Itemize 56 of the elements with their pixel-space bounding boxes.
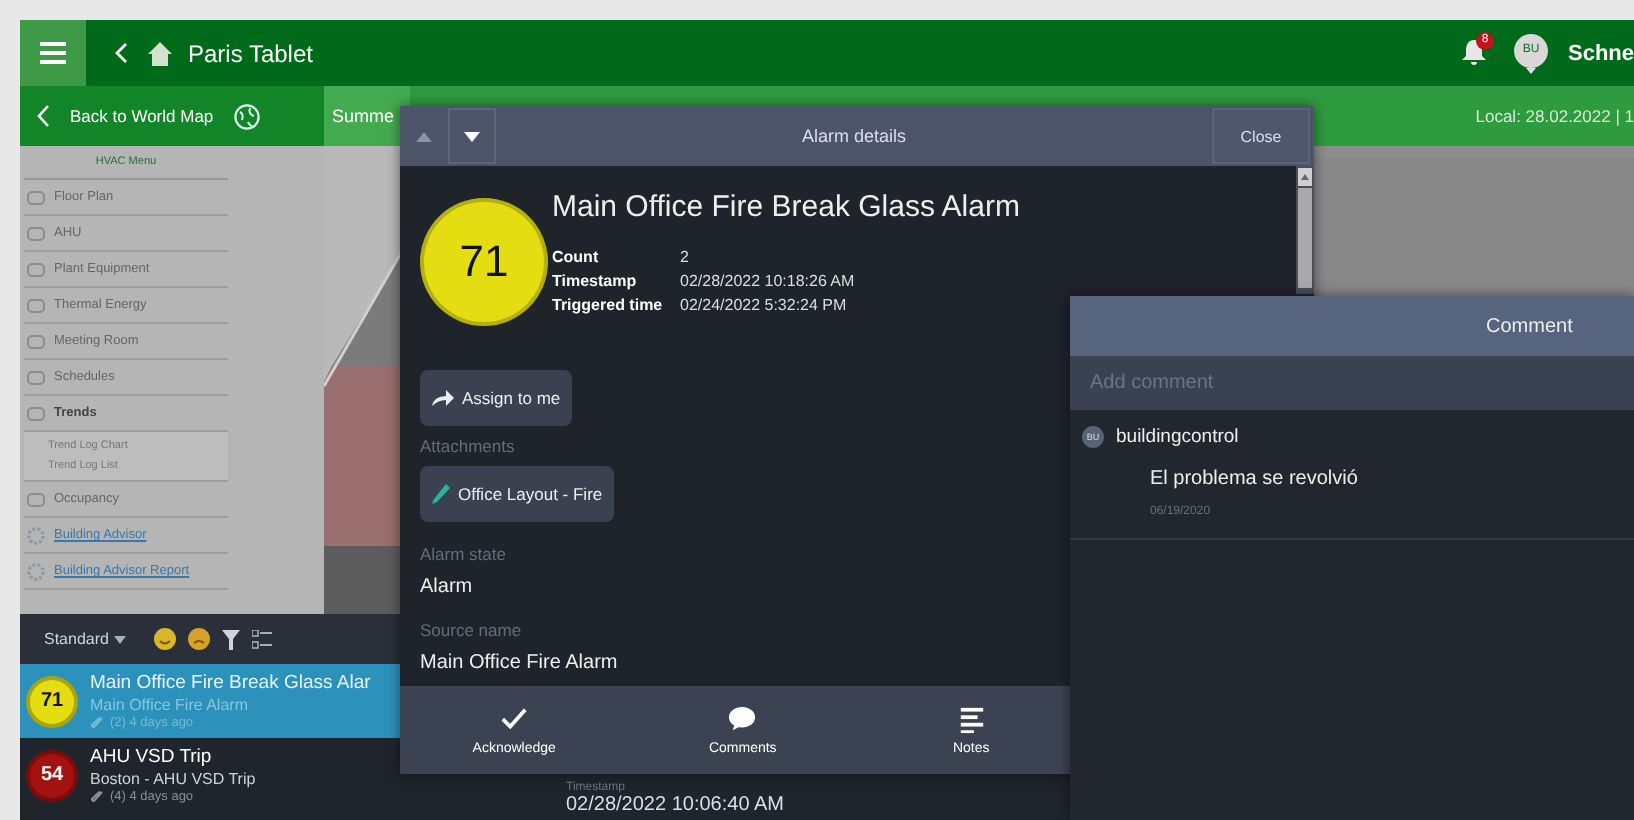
- field-value: 02/28/2022 10:06:40 AM: [566, 794, 786, 816]
- local-time: Local: 28.02.2022 | 1: [1475, 106, 1634, 126]
- pencil-icon: [432, 484, 450, 504]
- section-label: Alarm state: [420, 544, 506, 564]
- field-label: Timestamp: [552, 272, 639, 290]
- bell-icon[interactable]: [1461, 40, 1486, 66]
- paperclip-icon: [90, 790, 104, 804]
- list-settings-icon[interactable]: [252, 629, 273, 649]
- next-button[interactable]: [448, 108, 496, 164]
- menu-icon: [40, 42, 66, 64]
- section-value: Alarm: [420, 576, 473, 598]
- back-link[interactable]: Back to World Map: [70, 106, 214, 126]
- scrollbar[interactable]: [1296, 166, 1314, 294]
- app-title: Paris Tablet: [188, 39, 313, 67]
- panel-title: Comment: [1486, 315, 1573, 337]
- paperclip-icon: [90, 716, 104, 730]
- share-icon: [432, 390, 454, 406]
- field-value: 2: [680, 248, 691, 266]
- comment-author: buildingcontrol: [1116, 426, 1239, 448]
- face-icon[interactable]: [154, 628, 177, 650]
- notes-icon: [957, 705, 986, 733]
- menu-button[interactable]: [20, 20, 86, 86]
- dialog-title: Alarm details: [799, 126, 909, 146]
- field-label: Count: [552, 248, 601, 266]
- section-label: Source name: [420, 620, 522, 640]
- brand-logo: Schne: [1567, 41, 1634, 65]
- assign-button[interactable]: Assign to me: [420, 370, 573, 426]
- alarm-title: AHU VSD Trip: [90, 746, 214, 768]
- summary-tab[interactable]: Summe: [324, 86, 411, 146]
- item-icon: [26, 489, 46, 509]
- home-icon: [148, 41, 172, 65]
- comment-text: El problema se revolvió: [1150, 468, 1360, 490]
- field-value: 02/24/2022 5:32:24 PM: [680, 296, 849, 314]
- attachment-button[interactable]: Office Layout - Fire: [420, 466, 615, 522]
- back-icon[interactable]: [36, 104, 50, 128]
- alarm-title: Main Office Fire Break Glass Alar: [90, 672, 371, 694]
- alarm-source: Boston - AHU VSD Trip: [90, 770, 256, 788]
- down-arrow-icon: [464, 131, 480, 141]
- section-value: Main Office Fire Alarm: [420, 652, 618, 674]
- close-button[interactable]: Close: [1212, 108, 1310, 164]
- priority-badge: 71: [26, 675, 78, 727]
- alarm-name: Main Office Fire Break Glass Alarm: [552, 190, 1020, 224]
- caret-icon: [114, 635, 127, 643]
- up-arrow-icon: [416, 131, 432, 141]
- speech-bubble-icon: [728, 705, 757, 733]
- alarm-source: Main Office Fire Alarm: [90, 696, 250, 714]
- field-value: 02/28/2022 10:18:26 AM: [680, 272, 857, 290]
- checkmark-icon: [500, 705, 529, 733]
- priority-badge: 54: [26, 749, 78, 801]
- face-icon[interactable]: [188, 628, 211, 650]
- filter-icon[interactable]: [222, 629, 241, 649]
- field-label: Triggered time: [552, 296, 665, 314]
- back-icon[interactable]: [114, 42, 128, 64]
- view-dropdown[interactable]: Standard: [44, 630, 127, 648]
- priority-badge: 71: [420, 198, 548, 326]
- section-label: Attachments: [420, 436, 515, 456]
